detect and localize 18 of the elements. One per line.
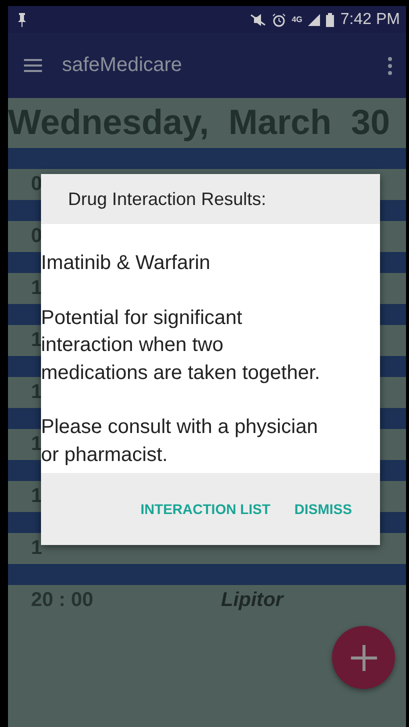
app-title: safeMedicare xyxy=(62,54,184,77)
interaction-list-button[interactable]: INTERACTION LIST xyxy=(132,493,278,525)
dialog-message: Potential for significant interaction when two medications are taken together. xyxy=(41,306,322,386)
plus-icon xyxy=(350,644,378,672)
signal-icon xyxy=(308,14,320,26)
medication-name: Lipitor xyxy=(221,589,284,612)
pin-icon xyxy=(18,12,26,26)
mute-icon xyxy=(250,14,266,26)
alarm-icon xyxy=(272,12,286,26)
dismiss-button[interactable]: DISMISS xyxy=(286,493,360,525)
network-type: 4G xyxy=(292,16,302,24)
dialog-title: Drug Interaction Results: xyxy=(68,188,266,210)
battery-icon xyxy=(326,12,334,26)
more-options-icon[interactable] xyxy=(388,56,392,74)
clock-time: 7:42 PM xyxy=(340,10,400,28)
dialog-message: Please consult with a physician or pharmacist. xyxy=(41,415,319,468)
dialog-message: Imatinib & Warfarin xyxy=(41,251,212,276)
menu-icon[interactable] xyxy=(24,59,42,72)
